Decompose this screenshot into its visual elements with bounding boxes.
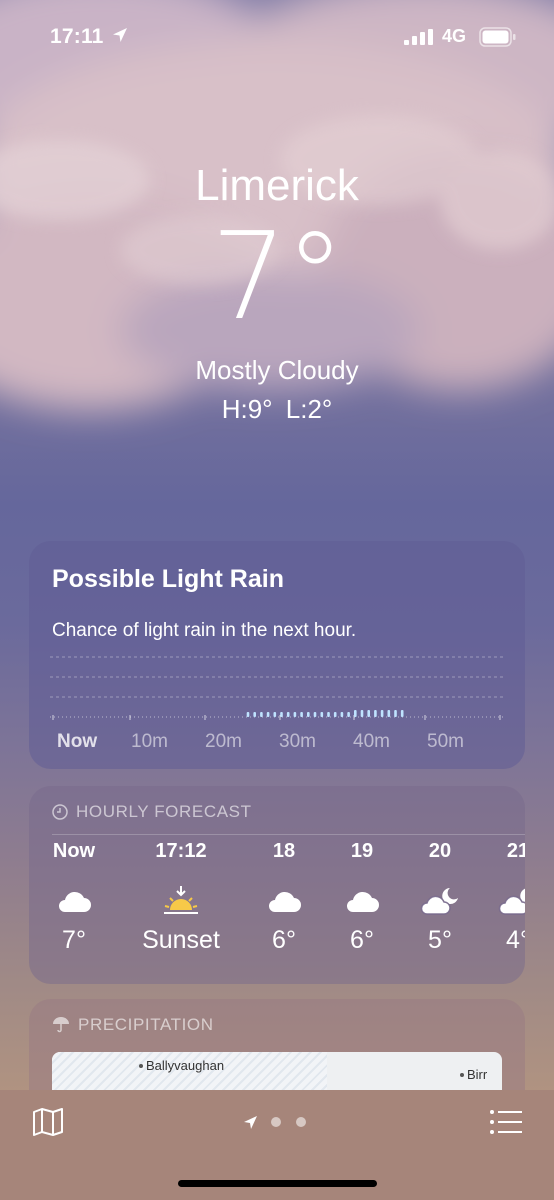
rain-bar xyxy=(327,712,330,717)
rain-intensity-chart: Now 10m 20m 30m 40m 50m xyxy=(50,656,505,752)
cloud-icon xyxy=(59,891,91,912)
rain-bar xyxy=(367,710,370,717)
battery-icon xyxy=(479,27,516,47)
hour-temperature: 7° xyxy=(62,926,86,954)
rain-bar xyxy=(273,712,277,717)
rain-bar xyxy=(320,712,324,717)
hour-item: 17:12 Sunset xyxy=(131,840,231,955)
status-time: 17:11 xyxy=(50,25,104,48)
hourly-scroller[interactable]: Now 7° 17:12 Sunset 18 6° 19 6° 20 5° 21… xyxy=(29,840,525,980)
hourly-forecast-header: HOURLY FORECAST xyxy=(52,802,252,822)
status-bar: 17:11 4G xyxy=(0,22,554,52)
high-low-text: H:9° L:2° xyxy=(221,394,333,424)
map-town-dot xyxy=(139,1064,143,1068)
map-town-label: Birr xyxy=(460,1067,487,1082)
rain-bar xyxy=(286,712,290,717)
partly-cloudy-night-icon xyxy=(498,888,525,915)
hour-label: 17:12 xyxy=(155,840,207,862)
partly-cloudy-night-icon xyxy=(420,888,458,915)
rain-time-label: 10m xyxy=(131,731,168,752)
current-weather: Limerick 7° Mostly Cloudy H:9° L:2° xyxy=(0,160,554,424)
page-dot xyxy=(296,1117,306,1127)
condition-text: Mostly Cloudy xyxy=(195,355,359,385)
rain-bar xyxy=(313,712,317,717)
hour-label: 21 xyxy=(506,840,525,862)
card-divider xyxy=(52,834,525,835)
rain-bar xyxy=(387,710,391,717)
rain-time-label: 40m xyxy=(353,731,390,752)
hourly-forecast-title: HOURLY FORECAST xyxy=(76,802,252,821)
hour-temperature: 4° xyxy=(506,926,525,954)
location-arrow-icon xyxy=(244,1115,257,1129)
hourly-forecast-card[interactable]: HOURLY FORECAST Now 7° 17:12 Sunset 18 6… xyxy=(29,786,525,984)
rain-bars xyxy=(246,710,404,717)
rain-bar xyxy=(354,710,357,717)
hour-label: Now xyxy=(52,840,96,862)
list-icon[interactable] xyxy=(490,1110,522,1134)
map-town-dot xyxy=(460,1073,464,1077)
page-indicator[interactable] xyxy=(243,1115,321,1129)
rain-time-label: Now xyxy=(57,731,97,752)
umbrella-icon xyxy=(53,1017,69,1033)
precipitation-header: PRECIPITATION xyxy=(52,1015,214,1035)
rain-bar xyxy=(360,710,364,717)
clock-icon xyxy=(52,804,68,820)
rain-bar xyxy=(300,712,303,717)
rain-bar xyxy=(380,710,384,717)
rain-bar xyxy=(394,710,397,717)
rain-bar xyxy=(347,712,350,717)
rain-card-subtitle: Chance of light rain in the next hour. xyxy=(52,620,357,641)
location-arrow-icon xyxy=(113,28,127,42)
map-town-label: Ballyvaughan xyxy=(139,1058,224,1073)
rain-bar xyxy=(307,712,310,717)
network-type: 4G xyxy=(442,26,467,46)
rain-bar xyxy=(293,712,297,717)
hour-item: 21 4° xyxy=(468,840,525,955)
rain-time-label: 30m xyxy=(279,731,316,752)
rain-time-label: 50m xyxy=(427,731,464,752)
rain-bar xyxy=(280,712,283,717)
rain-bar xyxy=(266,712,270,717)
rain-bar xyxy=(340,712,344,717)
hour-item: Now 7° xyxy=(29,840,124,955)
rain-time-label: 20m xyxy=(205,731,242,752)
cloud-icon xyxy=(347,891,379,912)
home-indicator xyxy=(178,1180,377,1187)
cellular-signal-icon xyxy=(404,29,433,45)
next-hour-precipitation-card[interactable]: Possible Light Rain Chance of light rain… xyxy=(29,541,525,769)
rain-bar xyxy=(374,710,377,717)
hour-temperature: Sunset xyxy=(142,926,220,954)
sunset-icon xyxy=(164,886,198,914)
rain-card-title: Possible Light Rain xyxy=(52,565,284,593)
rain-bar xyxy=(333,712,337,717)
page-dot xyxy=(271,1117,281,1127)
precipitation-title: PRECIPITATION xyxy=(78,1015,214,1034)
current-temperature: 7° xyxy=(210,208,345,347)
rain-bar xyxy=(260,712,263,717)
rain-bar xyxy=(246,712,250,717)
map-icon[interactable] xyxy=(32,1107,64,1137)
city-name: Limerick xyxy=(195,161,359,210)
cloud-icon xyxy=(269,891,301,912)
rain-bar xyxy=(400,710,404,717)
rain-bar xyxy=(253,712,256,717)
